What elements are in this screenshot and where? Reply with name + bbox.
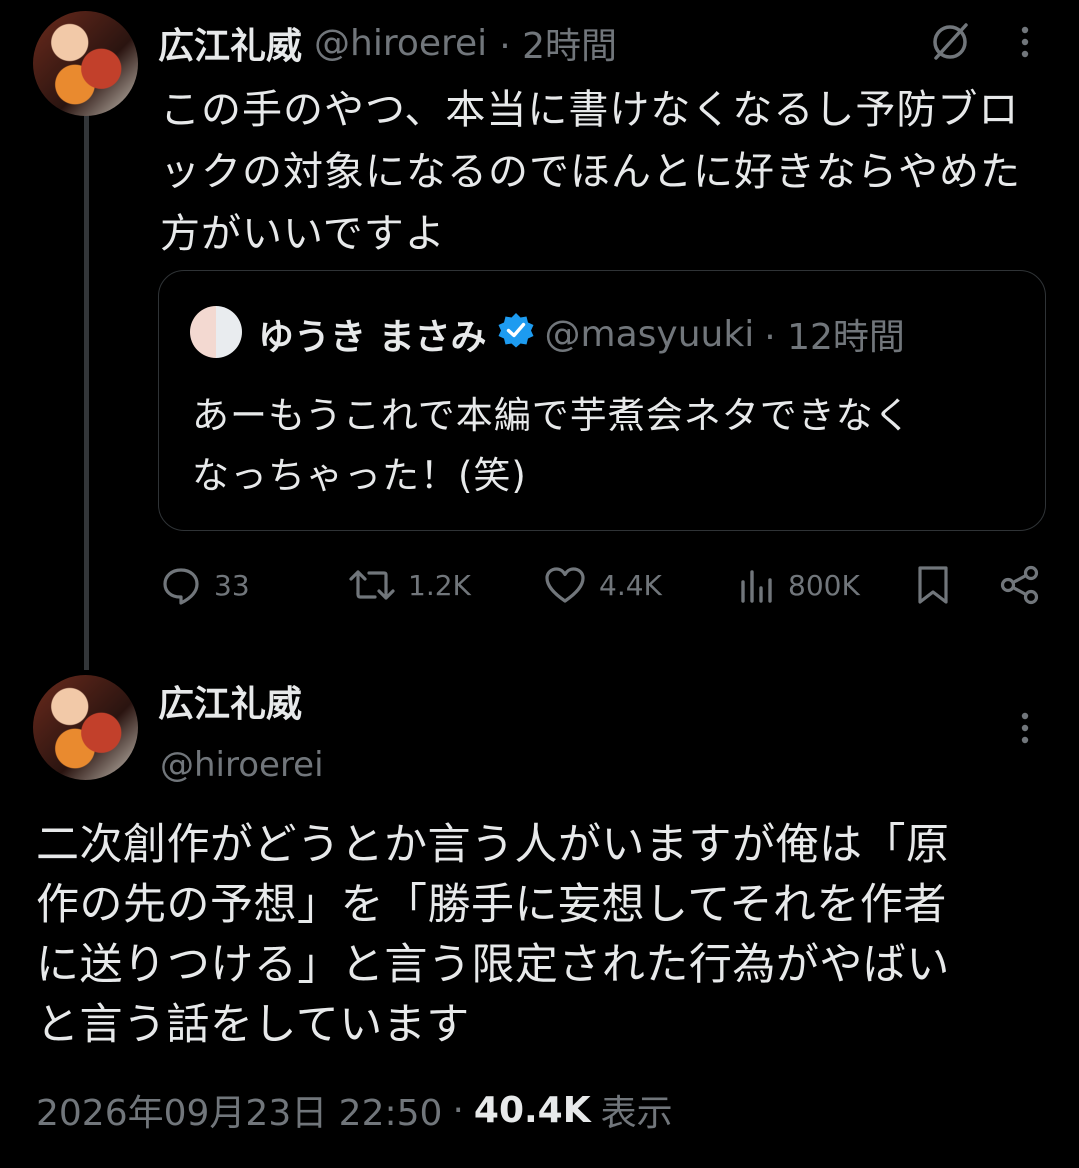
author-name[interactable]: 広江礼威: [158, 680, 302, 730]
quoted-handle: @masyuuki: [544, 313, 755, 355]
tweet-view-count[interactable]: 40.4K: [474, 1090, 591, 1131]
tweet-text-line: 方がいいですよ: [160, 211, 446, 257]
tweet-timestamp[interactable]: 2026年09月23日 22:50: [36, 1084, 442, 1136]
author-handle[interactable]: @hiroerei: [314, 23, 487, 64]
views-icon: [741, 570, 772, 603]
tweet-text-line: 二次創作がどうとか言う人がいますが俺は「原: [36, 820, 950, 870]
quoted-header: ゆうき まさみ @masyuuki · 12時間: [258, 307, 905, 361]
reply-button[interactable]: 33: [160, 562, 250, 608]
heart-icon: [545, 567, 585, 603]
reply-icon: [163, 568, 199, 605]
quoted-text: あーもうこれで本編で芋煮会ネタできなく なっちゃった！(笑): [192, 386, 1032, 506]
like-button[interactable]: 4.4K: [543, 562, 662, 608]
like-count: 4.4K: [599, 568, 662, 602]
thread-line: [84, 115, 89, 670]
quoted-time: · 12時間: [764, 317, 905, 358]
retweet-icon: [349, 570, 395, 600]
tweet-text-line: と言う話をしています: [36, 1000, 470, 1050]
tweet-header: 広江礼威 @hiroerei · 2時間: [158, 18, 617, 68]
quoted-avatar: [190, 306, 242, 358]
tweet-text-line: に送りつける」と言う限定された行為がやばい: [36, 940, 950, 990]
meta-separator: ·: [452, 1089, 464, 1131]
more-icon[interactable]: [1016, 24, 1034, 60]
views-button[interactable]: 800K: [736, 562, 860, 608]
tweet-text-line: ックの対象になるのでほんとに好きならやめた: [160, 149, 1021, 195]
share-icon: [1000, 565, 1039, 605]
avatar[interactable]: [33, 11, 138, 116]
tweet-text: 二次創作がどうとか言う人がいますが俺は「原 作の先の予想」を「勝手に妄想してそれ…: [36, 815, 1066, 1055]
quoted-text-line: なっちゃった！(笑): [192, 454, 527, 497]
verified-badge-icon: [497, 311, 535, 358]
grok-icon[interactable]: [928, 20, 972, 64]
share-button[interactable]: [998, 564, 1042, 606]
tweet-meta: 2026年09月23日 22:50 · 40.4K 表示: [36, 1084, 673, 1136]
author-name[interactable]: 広江礼威: [158, 17, 302, 69]
quoted-text-line: あーもうこれで本編で芋煮会ネタできなく: [192, 394, 912, 437]
avatar[interactable]: [33, 675, 138, 780]
retweet-button[interactable]: 1.2K: [348, 562, 471, 608]
more-icon[interactable]: [1016, 710, 1034, 746]
views-label: 表示: [600, 1093, 673, 1134]
author-handle[interactable]: @hiroerei: [160, 742, 324, 788]
reply-count: 33: [214, 568, 250, 602]
bookmark-button[interactable]: [914, 564, 952, 606]
tweet-text: この手のやつ、本当に書けなくなるし予防ブロ ックの対象になるのでほんとに好きなら…: [160, 79, 1060, 265]
bookmark-icon: [918, 566, 948, 604]
tweet-text-line: 作の先の予想」を「勝手に妄想してそれを作者: [36, 880, 947, 930]
tweet-time[interactable]: · 2時間: [499, 17, 617, 69]
retweet-count: 1.2K: [408, 568, 471, 602]
views-count: 800K: [788, 568, 860, 602]
tweet-text-line: この手のやつ、本当に書けなくなるし予防ブロ: [160, 87, 1020, 133]
quoted-author-name: ゆうき まさみ: [258, 317, 487, 358]
